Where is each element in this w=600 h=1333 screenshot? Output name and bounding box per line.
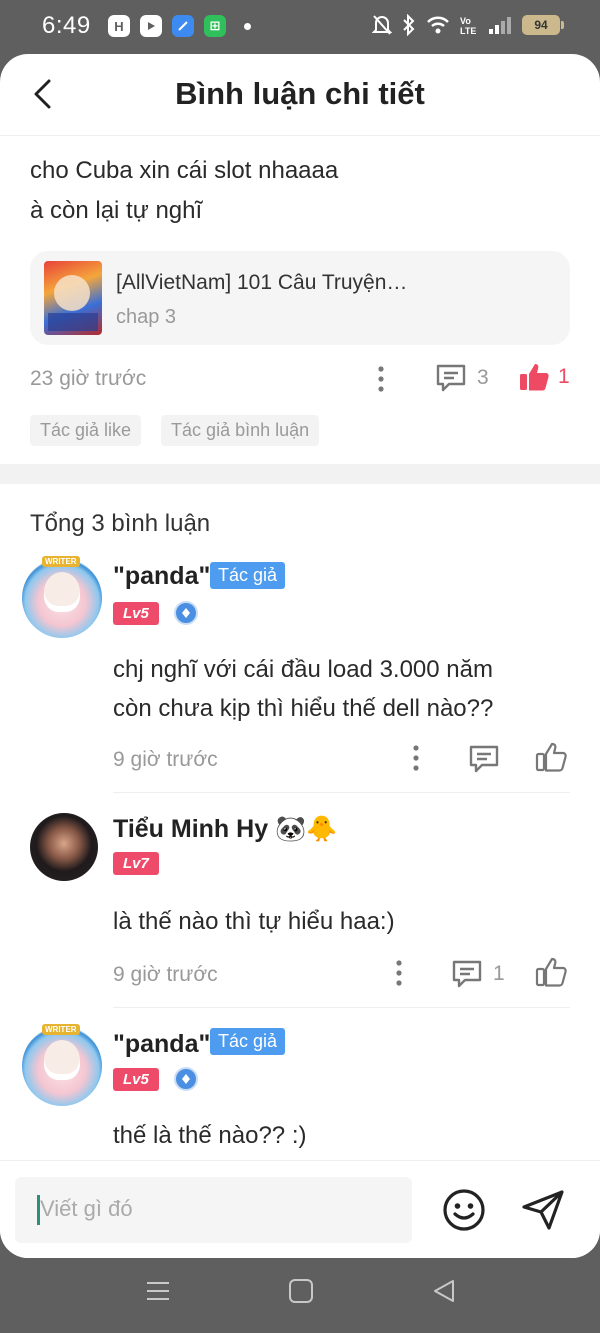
- reply-button[interactable]: [468, 744, 500, 774]
- comment-item: Tiểu Minh Hy 🐼🐥 Lv7 là thế nào thì tự hi…: [30, 793, 570, 1008]
- like-count: 1: [558, 365, 570, 388]
- comment-text-line: là thế nào thì tự hiểu haa:): [113, 908, 395, 935]
- reply-icon: [452, 960, 482, 988]
- back-triangle-icon: [434, 1280, 454, 1302]
- reply-count: 3: [477, 366, 489, 389]
- system-nav-bar: [0, 1258, 600, 1333]
- main-comment-line: cho Cuba xin cái slot nhaaaa: [30, 157, 339, 184]
- page-title: Bình luận chi tiết: [175, 76, 425, 111]
- reply-button[interactable]: 3: [435, 363, 489, 393]
- level-badge: Lv7: [113, 852, 159, 875]
- status-app-icons: H ⊞: [108, 15, 251, 37]
- browser-icon: [172, 15, 194, 37]
- bell-off-icon: [372, 15, 392, 35]
- main-comment: cho Cuba xin cái slot nhaaaa à còn lại t…: [0, 136, 600, 464]
- status-bar: 6:49 H ⊞ Vo LTE 94: [0, 0, 600, 54]
- like-button[interactable]: [535, 742, 567, 777]
- comment-input-placeholder: Viết gì đó: [40, 1196, 133, 1221]
- more-button[interactable]: [376, 365, 386, 398]
- author-badge: Tác giả: [210, 1028, 286, 1055]
- header: Bình luận chi tiết: [0, 54, 600, 136]
- home-icon: [289, 1279, 313, 1303]
- story-chapter: chap 3: [116, 306, 177, 328]
- menu-icon: [147, 1282, 169, 1300]
- svg-text:Vo: Vo: [460, 16, 471, 26]
- comment-author-name[interactable]: "panda": [113, 562, 210, 591]
- comment-input[interactable]: Viết gì đó: [15, 1177, 412, 1243]
- more-button[interactable]: [394, 959, 404, 992]
- more-icon: [378, 366, 384, 392]
- wifi-icon: [427, 16, 449, 34]
- send-button[interactable]: [520, 1188, 566, 1237]
- store-icon: ⊞: [204, 15, 226, 37]
- battery-indicator: 94: [522, 15, 564, 35]
- comment-author-name[interactable]: "panda": [113, 1030, 210, 1059]
- avatar[interactable]: [22, 1024, 102, 1106]
- comment-time: 9 giờ trước: [113, 963, 218, 986]
- main-comment-line: à còn lại tự nghĩ: [30, 197, 203, 224]
- notification-dot-icon: [244, 22, 251, 30]
- more-icon: [413, 745, 419, 771]
- comment-text-line: chj nghĩ với cái đầu load 3.000 năm: [113, 656, 493, 683]
- volte-icon: VoLTE: [460, 16, 476, 36]
- avatar[interactable]: [22, 556, 102, 638]
- story-title: [AllVietNam] 101 Câu Truyện…: [116, 271, 408, 294]
- comment-text: chj nghĩ với cái đầu load 3.000 năm còn …: [113, 650, 493, 728]
- reply-icon: [436, 364, 466, 392]
- comment-time: 9 giờ trước: [113, 748, 218, 771]
- total-comments-label: Tổng 3 bình luận: [30, 510, 211, 537]
- svg-text:LTE: LTE: [460, 26, 476, 36]
- medal-icon: [174, 601, 198, 625]
- tag-list: Tác giả like Tác giả bình luận: [30, 415, 570, 464]
- send-icon: [522, 1190, 564, 1230]
- more-button[interactable]: [411, 744, 421, 777]
- like-icon: [535, 742, 567, 772]
- like-icon: [520, 364, 549, 391]
- avatar[interactable]: [30, 813, 98, 881]
- level-badge: Lv5: [113, 602, 159, 625]
- emoji-button[interactable]: [442, 1188, 486, 1237]
- status-time: 6:49: [42, 12, 91, 39]
- like-button[interactable]: 1: [518, 362, 570, 392]
- main-comment-text: cho Cuba xin cái slot nhaaaa à còn lại t…: [30, 136, 570, 231]
- more-icon: [396, 960, 402, 986]
- author-badge: Tác giả: [210, 562, 286, 589]
- like-button[interactable]: [535, 957, 567, 992]
- replies-section: Tổng 3 bình luận "panda" Tác giả Lv5 chj…: [0, 484, 600, 1168]
- comment-text-line: còn chưa kịp thì hiểu thế dell nào??: [113, 695, 494, 722]
- like-icon: [535, 957, 567, 987]
- medal-icon: [174, 1067, 198, 1091]
- tag-author-liked: Tác giả like: [30, 415, 142, 446]
- reply-count: 1: [493, 962, 505, 985]
- comment-text-line: thế là thế nào?? :): [113, 1122, 307, 1149]
- home-button[interactable]: [288, 1278, 314, 1309]
- story-cover-image: [44, 261, 102, 335]
- comment-text: là thế nào thì tự hiểu haa:): [113, 902, 395, 941]
- comment-text: thế là thế nào?? :): [113, 1116, 306, 1155]
- comment-detail-sheet: Bình luận chi tiết cho Cuba xin cái slot…: [0, 54, 600, 1258]
- main-comment-meta: 23 giờ trước 3 1: [30, 345, 570, 415]
- app-h-icon: H: [108, 15, 130, 37]
- tag-author-commented: Tác giả bình luận: [161, 415, 320, 446]
- comment-author-name[interactable]: Tiểu Minh Hy 🐼🐥: [113, 815, 337, 844]
- recent-apps-button[interactable]: [145, 1278, 171, 1309]
- story-card[interactable]: [AllVietNam] 101 Câu Truyện… chap 3: [30, 251, 570, 345]
- comment-input-bar: Viết gì đó: [0, 1160, 600, 1258]
- signal-icon: [489, 17, 511, 34]
- main-comment-time: 23 giờ trước: [30, 367, 147, 390]
- level-badge: Lv5: [113, 1068, 159, 1091]
- reply-button[interactable]: 1: [451, 959, 505, 989]
- youtube-icon: [140, 15, 162, 37]
- comment-item: "panda" Tác giả Lv5 chj nghĩ với cái đầu…: [22, 556, 570, 793]
- emoji-icon: [443, 1189, 485, 1231]
- nav-back-button[interactable]: [431, 1278, 457, 1309]
- status-system-icons: Vo LTE 94: [372, 14, 564, 36]
- bluetooth-icon: [403, 14, 415, 36]
- comment-item: "panda" Tác giả Lv5 thế là thế nào?? :): [22, 1008, 570, 1168]
- reply-icon: [469, 745, 499, 773]
- section-divider: [0, 464, 600, 484]
